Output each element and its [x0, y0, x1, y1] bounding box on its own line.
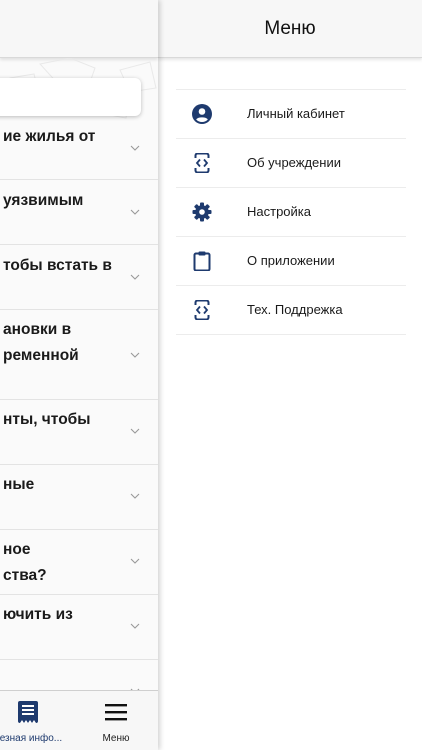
hamburger-icon	[105, 704, 127, 721]
chevron-down-icon	[130, 493, 140, 499]
menu-header: Меню	[158, 0, 422, 58]
faq-question: нты, чтобы	[3, 411, 91, 428]
clipboard-icon	[193, 251, 211, 271]
menu-title: Меню	[264, 18, 316, 39]
chevron-down-icon	[130, 558, 140, 564]
menu-item-about-institution[interactable]: Об учреждении	[176, 139, 406, 188]
phone-code-icon	[194, 300, 210, 320]
faq-item[interactable]: тобы встать в	[0, 245, 158, 310]
tab-useful-info-label: лезная инфо...	[0, 733, 63, 744]
chevron-down-icon	[130, 274, 140, 280]
faq-item[interactable]: ные	[0, 465, 158, 530]
menu-item-label: Личный кабинет	[247, 106, 345, 121]
search-field[interactable]	[0, 78, 141, 116]
chevron-down-icon	[130, 428, 140, 434]
chevron-down-icon	[130, 352, 140, 358]
faq-item[interactable]: нты, чтобы	[0, 400, 158, 465]
newspaper-icon	[18, 701, 38, 723]
user-circle-icon	[192, 104, 212, 124]
faq-item[interactable]: уязвимым	[0, 180, 158, 245]
faq-question: ановки в ременной	[3, 321, 79, 364]
menu-item-account[interactable]: Личный кабинет	[176, 90, 406, 139]
faq-item[interactable]: ановки в ременной	[0, 310, 158, 400]
chevron-down-icon	[130, 145, 140, 151]
content-header	[0, 0, 158, 58]
tab-menu[interactable]: Меню	[88, 691, 144, 750]
menu-item-settings[interactable]: Настройка	[176, 188, 406, 237]
chevron-down-icon	[130, 623, 140, 629]
tab-menu-label: Меню	[102, 733, 130, 744]
faq-question: уязвимым	[3, 192, 84, 209]
gear-icon	[192, 202, 212, 222]
tab-useful-info[interactable]: лезная инфо...	[0, 691, 88, 750]
content-panel: ие жилья от уязвимым тобы встать в ановк…	[0, 0, 158, 750]
faq-question: ие жилья от	[3, 128, 96, 145]
faq-question: ючить из	[3, 606, 73, 623]
tab-bar: лезная инфо... Меню	[0, 690, 158, 750]
faq-question: ные	[3, 476, 35, 493]
menu-item-label: Об учреждении	[247, 155, 341, 170]
phone-code-icon	[194, 153, 210, 173]
faq-item[interactable]: ное ства?	[0, 530, 158, 595]
menu-list: Личный кабинет Об учреждении Настройка О…	[176, 89, 406, 335]
menu-item-label: О приложении	[247, 253, 335, 268]
faq-question: тобы встать в	[3, 257, 112, 274]
menu-item-tech-support[interactable]: Тех. Поддрежка	[176, 286, 406, 335]
faq-item[interactable]: ючить из	[0, 595, 158, 660]
menu-item-label: Тех. Поддрежка	[247, 302, 343, 317]
faq-item[interactable]: ие жилья от	[0, 116, 158, 180]
menu-item-label: Настройка	[247, 204, 311, 219]
faq-question: ное ства?	[3, 541, 47, 584]
side-menu: Меню Личный кабинет Об учреждении Настро…	[158, 0, 422, 750]
menu-item-about-app[interactable]: О приложении	[176, 237, 406, 286]
chevron-down-icon	[130, 209, 140, 215]
